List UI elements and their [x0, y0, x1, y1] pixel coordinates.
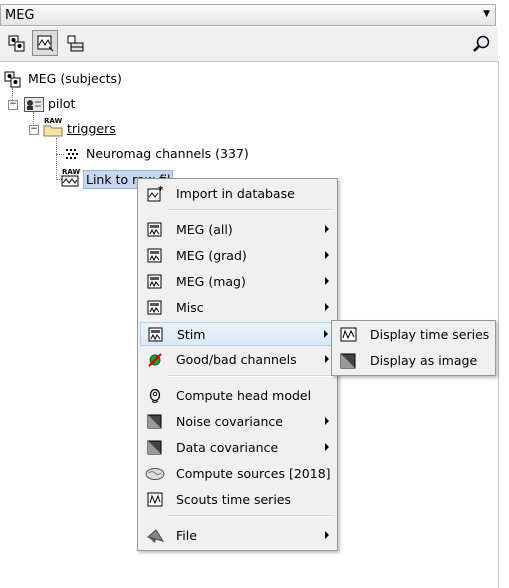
menu-separator	[168, 375, 334, 377]
recording-icon	[147, 248, 162, 263]
menu-item-label: Scouts time series	[176, 492, 291, 507]
recording-icon	[148, 327, 163, 342]
protocol-dropdown-value: MEG	[5, 8, 35, 23]
menu-item-label: Data covariance	[176, 440, 279, 455]
submenu-arrow-icon	[325, 417, 329, 425]
menu-item-label: Compute sources [2018]	[176, 466, 331, 481]
subjects-view-button[interactable]	[3, 30, 29, 56]
import-icon: *	[147, 186, 163, 202]
stim-submenu: Display time series Display as image	[331, 320, 496, 376]
good-bad-icon	[148, 353, 162, 367]
submenu-arrow-icon	[325, 531, 329, 539]
tree-line	[56, 154, 64, 155]
submenu-item-label: Display time series	[370, 327, 490, 342]
database-view-icon	[67, 35, 84, 52]
tree-node-root-label: MEG (subjects)	[28, 71, 122, 86]
submenu-arrow-icon	[325, 225, 329, 233]
menu-item-data-cov[interactable]: Data covariance	[140, 436, 335, 460]
tree-node-folder-label: triggers	[67, 121, 116, 136]
menu-item-label: Stim	[177, 327, 206, 342]
menu-item-good-bad[interactable]: Good/bad channels	[140, 348, 335, 372]
tree-node-root[interactable]: MEG (subjects)	[4, 69, 204, 89]
collapse-toggle[interactable]: −	[8, 100, 18, 110]
submenu-item-label: Display as image	[370, 353, 478, 368]
submenu-item-time-series[interactable]: Display time series	[334, 323, 493, 347]
menu-item-label: Compute head model	[176, 388, 312, 403]
functional-view-button[interactable]	[32, 30, 58, 56]
raw-badge-text: RAW	[44, 117, 62, 125]
submenu-arrow-icon	[325, 277, 329, 285]
functional-view-icon	[37, 35, 54, 52]
raw-folder-icon: RAW	[43, 117, 63, 137]
menu-item-label: Noise covariance	[176, 414, 283, 429]
menu-item-misc[interactable]: Misc	[140, 296, 335, 320]
tree-node-channels[interactable]: Neuromag channels (337)	[64, 144, 264, 164]
search-button[interactable]	[468, 30, 494, 56]
raw-badge-text: RAW	[62, 168, 80, 176]
menu-item-head-model[interactable]: Compute head model	[140, 384, 335, 408]
head-model-icon	[149, 388, 161, 403]
menu-item-scouts[interactable]: Scouts time series	[140, 488, 335, 512]
menu-item-label: Misc	[176, 300, 204, 315]
tree-node-folder[interactable]: RAW triggers	[43, 117, 163, 139]
tree-line	[56, 138, 57, 180]
context-menu: * Import in database MEG (all) MEG (grad…	[137, 178, 338, 551]
file-icon	[147, 529, 165, 543]
magnifier-icon	[473, 35, 490, 52]
protocol-dropdown[interactable]: MEG ▼	[0, 4, 496, 26]
submenu-arrow-icon	[325, 303, 329, 311]
toolbar	[0, 27, 498, 61]
brain-icon	[145, 468, 165, 480]
menu-item-stim[interactable]: Stim	[140, 322, 335, 346]
menu-item-label: MEG (grad)	[176, 248, 247, 263]
recording-icon	[147, 274, 162, 289]
menu-separator	[168, 515, 334, 517]
covariance-icon	[147, 414, 162, 429]
submenu-arrow-icon	[325, 355, 329, 363]
database-view-button[interactable]	[62, 30, 88, 56]
recording-icon	[147, 300, 162, 315]
submenu-arrow-icon	[325, 251, 329, 259]
menu-separator	[168, 209, 334, 211]
chevron-down-icon[interactable]: ▼	[483, 9, 490, 19]
raw-file-icon: RAW	[61, 168, 80, 187]
scouts-icon	[147, 492, 163, 507]
menu-item-meg-all[interactable]: MEG (all)	[140, 218, 335, 242]
menu-item-meg-grad[interactable]: MEG (grad)	[140, 244, 335, 268]
menu-item-label: Good/bad channels	[176, 352, 297, 367]
menu-item-noise-cov[interactable]: Noise covariance	[140, 410, 335, 434]
image-icon	[340, 353, 356, 369]
menu-item-label: MEG (all)	[176, 222, 233, 237]
menu-item-label: File	[176, 528, 197, 543]
menu-item-compute-sources[interactable]: Compute sources [2018]	[140, 462, 335, 486]
menu-item-label: Import in database	[176, 186, 295, 201]
svg-text:*: *	[158, 186, 163, 196]
tree-node-channels-label: Neuromag channels (337)	[86, 146, 249, 161]
submenu-item-image[interactable]: Display as image	[334, 349, 493, 373]
menu-item-label: MEG (mag)	[176, 274, 246, 289]
submenu-arrow-icon	[324, 330, 328, 338]
channels-icon	[66, 149, 78, 159]
menu-item-import[interactable]: * Import in database	[140, 182, 335, 206]
menu-item-file[interactable]: File	[140, 524, 335, 548]
collapse-toggle[interactable]: −	[29, 125, 39, 135]
subject-icon	[24, 97, 44, 112]
time-series-icon	[340, 327, 357, 342]
submenu-arrow-icon	[325, 443, 329, 451]
subjects-icon	[4, 71, 21, 88]
recording-icon	[147, 222, 162, 237]
menu-item-meg-mag[interactable]: MEG (mag)	[140, 270, 335, 294]
tree-node-subject-label: pilot	[48, 96, 76, 111]
subjects-view-icon	[8, 35, 25, 52]
covariance-icon	[147, 440, 162, 455]
tree-node-subject[interactable]: pilot	[24, 94, 144, 114]
